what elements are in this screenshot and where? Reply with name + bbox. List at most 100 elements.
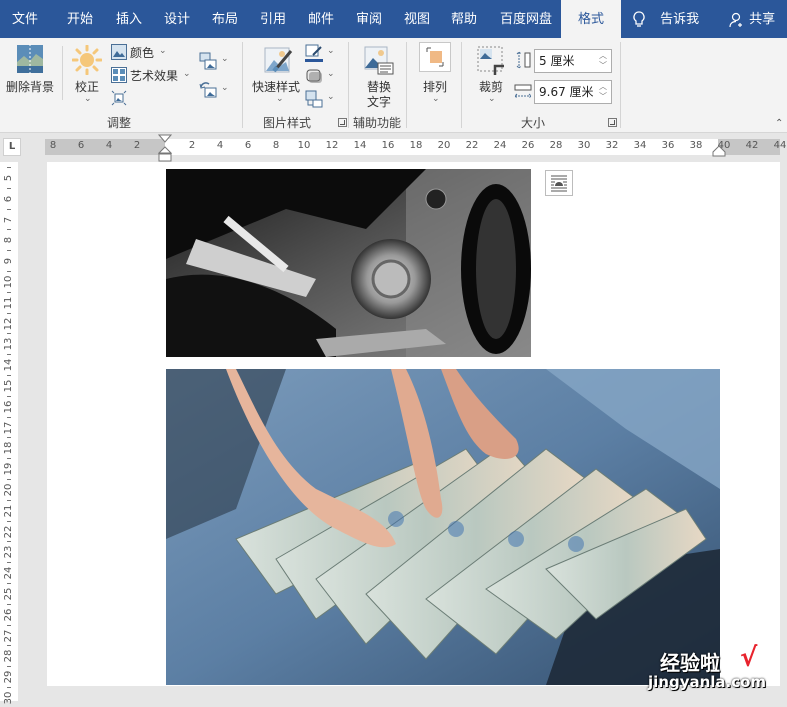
remove-background-icon <box>17 44 43 74</box>
quick-styles-button[interactable] <box>264 45 294 75</box>
tab-references[interactable]: 引用 <box>260 0 286 38</box>
ruler-number: 8 <box>3 237 14 244</box>
ruler-number: 8 <box>272 140 280 151</box>
arrange-button[interactable] <box>419 42 451 72</box>
quick-styles-dropdown-icon[interactable]: ⌄ <box>276 94 284 104</box>
alt-text-icon <box>364 46 394 75</box>
remove-background-button[interactable] <box>16 44 44 74</box>
ruler-number: 7 <box>3 216 14 223</box>
group-label-adjust: 调整 <box>107 116 132 130</box>
alt-text-button[interactable] <box>364 46 394 76</box>
ruler-tick <box>7 541 11 543</box>
ruler-number: 5 <box>3 174 14 182</box>
ribbon-tab-bar: 文件 开始 插入 设计 布局 引用 邮件 审阅 视图 帮助 百度网盘 格式 告诉… <box>0 0 787 38</box>
remove-background-label: 删除背景 <box>6 80 55 94</box>
ruler-number: 22 <box>3 525 14 538</box>
crop-button[interactable] <box>477 46 507 76</box>
ruler-tick <box>7 583 11 584</box>
corrections-button[interactable] <box>71 44 103 76</box>
tab-format[interactable]: 格式 <box>561 0 621 38</box>
ruler-tick <box>7 562 11 564</box>
ruler-number: 2 <box>188 140 196 151</box>
ruler-number: 30 <box>3 691 14 705</box>
money-photo-graphic <box>166 369 720 685</box>
divider <box>406 42 407 128</box>
ruler-tick <box>7 208 11 210</box>
picture-border-icon <box>305 44 323 62</box>
tab-layout[interactable]: 布局 <box>212 0 238 38</box>
ruler-number: 21 <box>3 504 14 518</box>
indent-markers[interactable] <box>158 134 172 162</box>
reset-picture-button[interactable]: ⌄ <box>199 81 229 99</box>
ruler-number: 19 <box>3 462 14 476</box>
tab-insert[interactable]: 插入 <box>116 0 142 38</box>
chevron-down-icon: ⌄ <box>327 92 335 102</box>
arrange-dropdown-icon[interactable]: ⌄ <box>432 94 440 104</box>
change-picture-button[interactable]: ⌄ <box>199 52 229 70</box>
motorcycle-image[interactable] <box>166 169 531 357</box>
layout-options-button[interactable] <box>545 170 573 196</box>
ruler-number: 25 <box>3 587 14 601</box>
group-label-accessibility: 辅助功能 <box>353 116 402 130</box>
tab-help[interactable]: 帮助 <box>451 0 477 38</box>
divider <box>242 42 243 128</box>
group-label-picture-styles: 图片样式 <box>263 116 312 130</box>
group-label-size: 大小 <box>521 116 546 130</box>
watermark-title: 经验啦 <box>660 651 720 675</box>
spin-arrows-icon[interactable]: ︿ ﹀ <box>599 51 607 71</box>
tab-review[interactable]: 审阅 <box>356 0 382 38</box>
layout-options-icon <box>551 175 567 192</box>
picture-border-button[interactable]: ⌄ <box>305 44 335 62</box>
color-button[interactable]: 颜色 ⌄ <box>111 44 171 62</box>
check-icon: √ <box>740 643 758 673</box>
picture-effects-button[interactable]: ⌄ <box>305 67 335 85</box>
ruler-tick <box>7 187 11 189</box>
ruler-number: 13 <box>3 338 14 351</box>
collapse-ribbon-icon[interactable]: ⌃ <box>775 118 783 129</box>
tab-baidu-netdisk[interactable]: 百度网盘 <box>500 0 552 38</box>
ruler-tick <box>7 167 11 168</box>
shape-height-input[interactable]: 5 厘米 ︿ ﹀ <box>534 49 612 73</box>
horizontal-ruler[interactable]: L 8 6 4 2 2 4 6 8 10 12 14 16 18 20 22 24 26 28 30 32 34 36 38… <box>0 133 787 162</box>
divider <box>62 46 63 100</box>
compress-pictures-icon <box>111 90 127 106</box>
ruler-number: 12 <box>3 317 14 330</box>
shape-width-value: 9.67 厘米 <box>539 85 594 99</box>
tab-mailings[interactable]: 邮件 <box>308 0 334 38</box>
tab-selector[interactable]: L <box>3 138 21 156</box>
picture-styles-dialog-launcher[interactable] <box>338 118 347 127</box>
right-indent-marker[interactable] <box>712 145 726 157</box>
ruler-number: 6 <box>3 195 14 202</box>
artistic-effects-button[interactable]: 艺术效果 ⌄ <box>111 67 191 85</box>
chevron-down-icon: ⌄ <box>221 83 229 93</box>
ruler-number: 27 <box>3 629 14 642</box>
ruler-number: 4 <box>105 140 113 151</box>
tab-file[interactable]: 文件 <box>12 0 38 38</box>
ruler-tick <box>7 271 11 272</box>
share-button[interactable]: 共享 <box>729 0 775 38</box>
spin-arrows-icon[interactable]: ︿ ﹀ <box>599 82 607 102</box>
picture-layout-button[interactable]: ⌄ <box>305 90 335 108</box>
ruler-number: 29 <box>3 670 14 684</box>
ruler-tick <box>7 603 11 605</box>
crop-dropdown-icon[interactable]: ⌄ <box>488 94 496 104</box>
ruler-number: 15 <box>3 379 14 393</box>
tab-design[interactable]: 设计 <box>164 0 190 38</box>
tab-home[interactable]: 开始 <box>67 0 93 38</box>
chevron-down-icon: ⌄ <box>221 54 229 64</box>
money-image[interactable] <box>166 369 720 685</box>
compress-pictures-button[interactable] <box>111 90 127 106</box>
tell-me-button[interactable]: 告诉我 <box>632 0 699 38</box>
shape-width-input[interactable]: 9.67 厘米 ︿ ﹀ <box>534 80 612 104</box>
ruler-tick <box>7 479 11 480</box>
tab-view[interactable]: 视图 <box>404 0 430 38</box>
ruler-tick <box>7 354 11 356</box>
sun-icon <box>71 44 103 76</box>
ruler-tick <box>7 312 11 314</box>
shape-width-icon <box>514 83 532 101</box>
ruler-tick <box>7 458 11 460</box>
size-dialog-launcher[interactable] <box>608 118 617 127</box>
corrections-dropdown-icon[interactable]: ⌄ <box>84 94 92 104</box>
shape-height-value: 5 厘米 <box>539 54 575 68</box>
vertical-ruler[interactable]: 5 6 7 8 9 10 11 12 13 14 15 16 17 18 19 20 21 22 23 24 25 26 2… <box>0 162 18 704</box>
